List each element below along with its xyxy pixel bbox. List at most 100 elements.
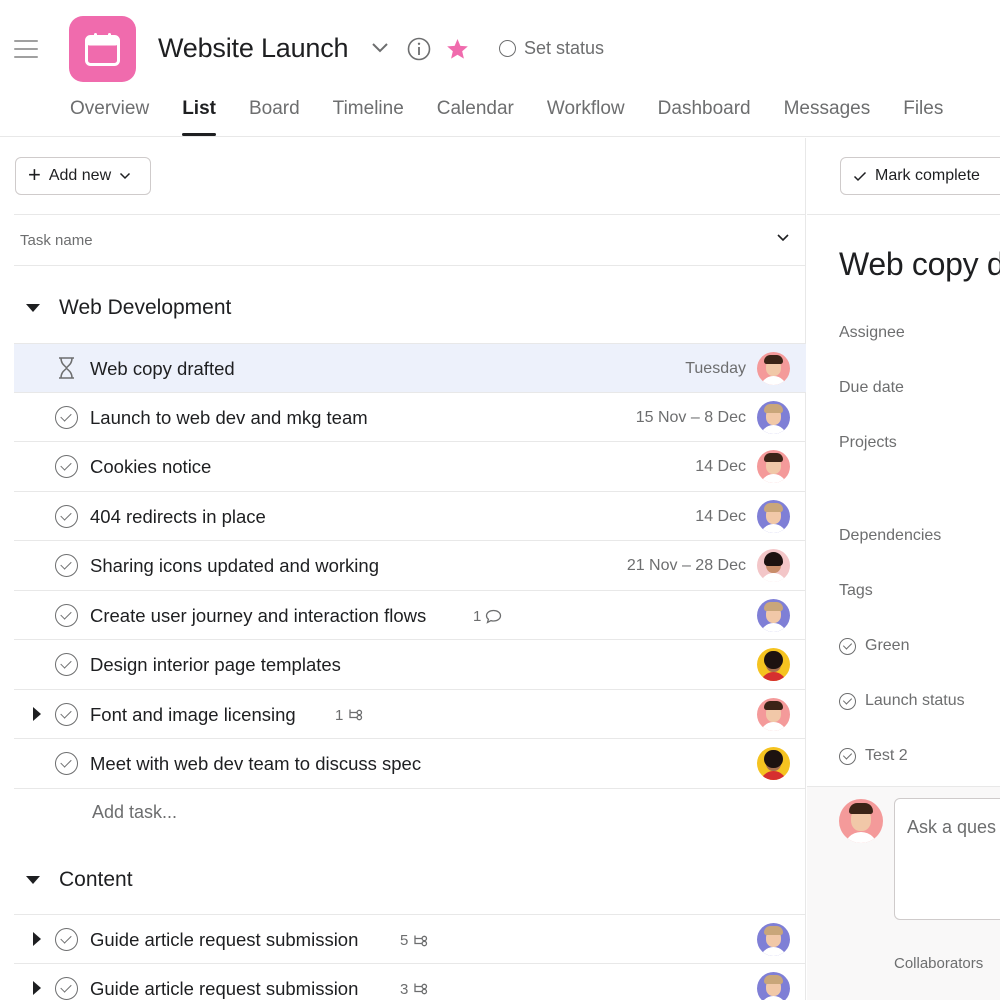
field-label-assignee: Assignee [839,324,905,341]
avatar[interactable] [757,697,790,731]
task-name[interactable]: 404 redirects in place [90,506,266,528]
task-row[interactable]: 404 redirects in place 14 Dec [14,492,806,541]
tab-workflow[interactable]: Workflow [547,98,625,136]
chevron-down-icon[interactable] [370,40,390,54]
task-name[interactable]: Font and image licensing [90,704,296,726]
task-row[interactable]: Web copy drafted Tuesday [14,343,806,393]
task-name[interactable]: Guide article request submission [90,978,358,1000]
task-name[interactable]: Create user journey and interaction flow… [90,605,426,627]
column-header-task-name[interactable]: Task name [20,232,93,249]
set-status-button[interactable]: Set status [499,38,604,59]
caret-right-icon[interactable] [33,932,41,946]
divider [807,214,1000,215]
avatar[interactable] [757,352,790,385]
caret-right-icon[interactable] [33,706,41,721]
task-due-date[interactable]: 14 Dec [695,508,746,526]
avatar[interactable] [757,450,790,483]
caret-down-icon[interactable] [26,304,40,312]
hourglass-icon[interactable] [58,357,75,379]
task-rows: Web copy drafted Tuesday Launch to web d… [14,343,806,789]
comment-input[interactable]: Ask a ques [894,798,1000,920]
task-row[interactable]: Guide article request submission 5 [14,914,806,964]
check-circle-icon[interactable] [55,554,78,577]
subtask-count[interactable]: 5 [400,932,429,949]
chevron-down-icon[interactable] [776,233,790,242]
project-title[interactable]: Website Launch [158,33,349,64]
avatar[interactable] [757,971,790,1000]
subtask-count[interactable]: 1 [335,707,364,724]
tab-list[interactable]: List [182,98,216,136]
task-detail-pane: Mark complete Web copy d Assignee Due da… [807,138,1000,1000]
task-name[interactable]: Launch to web dev and mkg team [90,407,368,429]
tab-files[interactable]: Files [903,98,943,136]
tab-timeline[interactable]: Timeline [333,98,404,136]
task-row[interactable]: Cookies notice 14 Dec [14,442,806,492]
custom-field-green[interactable]: Green [839,637,909,655]
menu-icon[interactable] [14,40,38,60]
task-name[interactable]: Web copy drafted [90,358,235,380]
check-circle-icon[interactable] [55,455,78,478]
task-due-date[interactable]: 14 Dec [695,458,746,476]
task-row[interactable]: Guide article request submission 3 [14,964,806,1000]
check-circle-icon[interactable] [55,405,78,429]
task-row[interactable]: Sharing icons updated and working 21 Nov… [14,541,806,591]
custom-field-label: Launch status [865,692,965,709]
check-circle-icon[interactable] [55,603,78,627]
info-icon[interactable] [407,37,431,61]
avatar[interactable] [757,648,790,681]
avatar[interactable] [757,598,790,632]
comment-icon [486,609,502,624]
task-name[interactable]: Meet with web dev team to discuss spec [90,753,421,775]
task-row[interactable]: Design interior page templates [14,640,806,690]
caret-right-icon[interactable] [33,980,41,995]
field-label-tags: Tags [839,582,873,599]
section-name[interactable]: Content [59,868,133,892]
task-due-date[interactable]: 15 Nov – 8 Dec [636,409,746,427]
avatar[interactable] [757,499,790,533]
task-row[interactable]: Launch to web dev and mkg team 15 Nov – … [14,393,806,442]
check-circle-icon [839,637,856,655]
chevron-down-icon [120,172,131,180]
comment-count[interactable]: 1 [473,608,502,625]
custom-field-launch-status[interactable]: Launch status [839,692,965,710]
task-name[interactable]: Cookies notice [90,456,211,478]
task-name[interactable]: Sharing icons updated and working [90,555,379,577]
task-row[interactable]: Font and image licensing 1 [14,690,806,739]
check-circle-icon[interactable] [55,928,78,951]
task-row[interactable]: Create user journey and interaction flow… [14,591,806,640]
avatar[interactable] [757,923,790,956]
project-tabs: Overview List Board Timeline Calendar Wo… [70,98,943,136]
check-circle-icon[interactable] [55,752,78,775]
avatar[interactable] [757,747,790,780]
star-icon[interactable] [446,38,469,60]
tab-messages[interactable]: Messages [784,98,871,136]
tab-dashboard[interactable]: Dashboard [658,98,751,136]
tab-board[interactable]: Board [249,98,300,136]
task-name[interactable]: Design interior page templates [90,654,341,676]
tab-overview[interactable]: Overview [70,98,149,136]
mark-complete-button[interactable]: Mark complete [840,157,1000,195]
project-calendar-icon[interactable] [69,16,136,82]
check-circle-icon[interactable] [55,702,78,726]
section-header[interactable]: Web Development [0,283,806,333]
check-circle-icon[interactable] [55,504,78,528]
avatar[interactable] [757,400,790,434]
check-circle-icon[interactable] [55,653,78,676]
subtask-count[interactable]: 3 [400,981,429,998]
task-due-date[interactable]: 21 Nov – 28 Dec [627,557,746,575]
subtask-icon [349,709,363,721]
avatar[interactable] [757,549,790,582]
check-circle-icon[interactable] [55,976,78,1000]
section-name[interactable]: Web Development [59,296,231,320]
task-name[interactable]: Guide article request submission [90,929,358,951]
status-circle-icon [499,40,516,57]
section-header[interactable]: Content [0,855,806,905]
task-due-date[interactable]: Tuesday [685,360,746,378]
tab-calendar[interactable]: Calendar [437,98,514,136]
add-task-link[interactable]: Add task... [92,802,177,823]
custom-field-test-2[interactable]: Test 2 [839,747,908,765]
add-new-button[interactable]: + Add new [15,157,151,195]
task-detail-title[interactable]: Web copy d [839,246,1000,283]
task-row[interactable]: Meet with web dev team to discuss spec [14,739,806,789]
caret-down-icon[interactable] [26,876,40,884]
